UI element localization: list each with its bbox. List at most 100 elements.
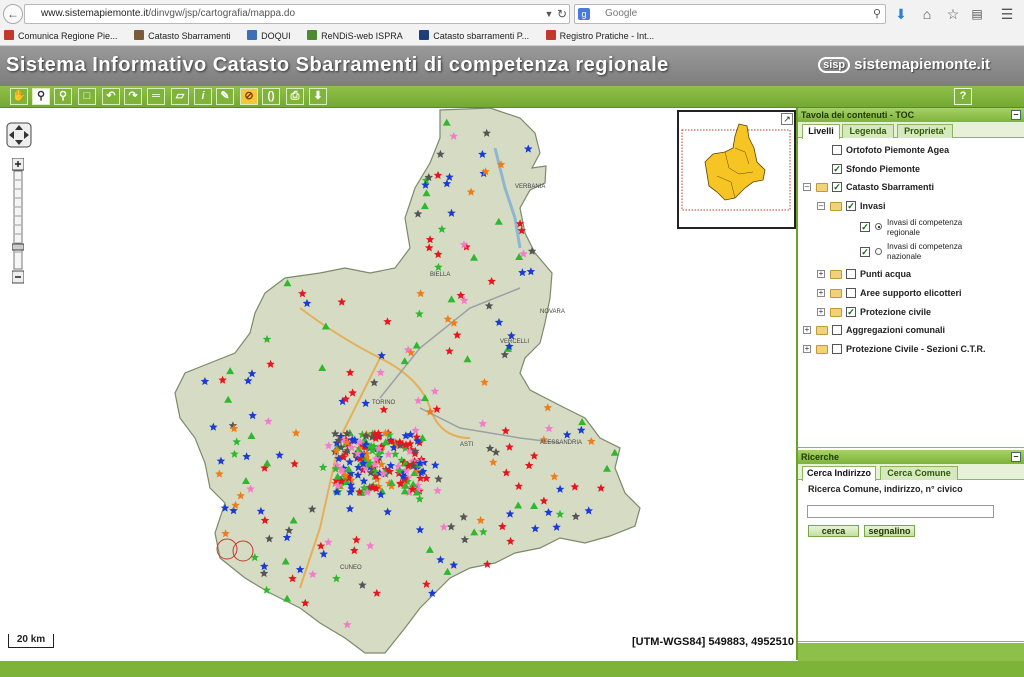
- expand-icon[interactable]: +: [817, 308, 825, 316]
- url-domain: www.sistemapiemonte.it: [41, 8, 149, 19]
- search-tabs: Cerca Indirizzo Cerca Comune: [798, 464, 1024, 481]
- search-engine-label: Google: [605, 8, 638, 19]
- print-icon[interactable]: ⎙: [286, 88, 304, 105]
- help-button[interactable]: ?: [954, 88, 972, 105]
- sistemapiemonte-logo[interactable]: sisp sistemapiemonte.it: [818, 56, 990, 73]
- measure-distance-icon[interactable]: ═: [147, 88, 165, 105]
- layer-checkbox[interactable]: ✓: [846, 201, 856, 211]
- layer-checkbox[interactable]: ✓: [832, 182, 842, 192]
- library-icon[interactable]: ▤: [968, 5, 986, 23]
- info-icon[interactable]: i: [194, 88, 212, 105]
- address-search-input[interactable]: [807, 505, 994, 518]
- layer-checkbox[interactable]: [832, 325, 842, 335]
- app-title: Sistema Informativo Catasto Sbarramenti …: [6, 54, 669, 76]
- folder-icon: [830, 202, 842, 211]
- bookmark-item[interactable]: Catasto Sbarramenti: [134, 28, 231, 45]
- select-icon[interactable]: ✎: [216, 88, 234, 105]
- segnalino-button[interactable]: segnalino: [864, 525, 915, 537]
- overview-map[interactable]: ↗: [677, 110, 796, 229]
- measure-area-icon[interactable]: ▱: [171, 88, 189, 105]
- url-bar[interactable]: www.sistemapiemonte.it/dinvgw/jsp/cartog…: [24, 4, 570, 24]
- layer-checkbox[interactable]: ✓: [860, 247, 870, 257]
- layer-punti-acqua: Punti acqua: [860, 269, 912, 279]
- collapse-icon[interactable]: –: [803, 183, 811, 191]
- expand-overview-icon[interactable]: ↗: [781, 113, 793, 125]
- layer-sfondo: Sfondo Piemonte: [846, 164, 920, 174]
- expand-icon[interactable]: +: [803, 326, 811, 334]
- tab-livelli[interactable]: Livelli: [802, 124, 840, 139]
- url-path: /dinvgw/jsp/cartografia/mappa.do: [148, 8, 296, 19]
- home-icon[interactable]: ⌂: [918, 5, 936, 23]
- zoom-box-tool-icon[interactable]: □: [78, 88, 96, 105]
- bookmark-item[interactable]: ReNDiS-web ISPRA: [307, 28, 403, 45]
- bookmark-item[interactable]: Registro Pratiche - Int...: [545, 28, 654, 45]
- pan-control-icon[interactable]: [6, 122, 32, 148]
- layer-checkbox[interactable]: [846, 269, 856, 279]
- next-view-icon[interactable]: ↷: [124, 88, 142, 105]
- layer-checkbox[interactable]: ✓: [860, 222, 870, 232]
- layer-checkbox[interactable]: [832, 344, 842, 354]
- folder-icon: [830, 308, 842, 317]
- place-label: VERBANIA: [515, 184, 545, 190]
- minimize-icon[interactable]: –: [1011, 452, 1021, 462]
- tab-cerca-indirizzo[interactable]: Cerca Indirizzo: [802, 466, 876, 481]
- overview-piemonte-shape: [681, 123, 791, 211]
- layer-checkbox[interactable]: ✓: [846, 307, 856, 317]
- google-icon: g: [578, 8, 590, 20]
- clear-icon[interactable]: ⊘: [240, 88, 258, 105]
- search-magnifier-icon[interactable]: ⚲: [868, 5, 886, 23]
- layer-aggregazioni: Aggregazioni comunali: [846, 325, 946, 335]
- panel-footer: [798, 643, 1024, 661]
- scale-bar: 20 km: [8, 634, 54, 648]
- layer-checkbox[interactable]: [846, 288, 856, 298]
- expand-icon[interactable]: +: [803, 345, 811, 353]
- menu-icon[interactable]: ☰: [998, 5, 1016, 23]
- expand-icon[interactable]: +: [817, 289, 825, 297]
- refresh-icon[interactable]: (): [262, 88, 280, 105]
- coordinates-readout: [UTM-WGS84] 549883, 4952510: [631, 636, 794, 648]
- download-arrow-icon[interactable]: ⬇: [892, 5, 910, 23]
- radio-regionale[interactable]: [875, 223, 882, 230]
- bookmark-item[interactable]: Catasto sbarramenti P...: [419, 28, 529, 45]
- pan-tool-icon[interactable]: ✋: [10, 88, 28, 105]
- toc-title: Tavola dei contenuti - TOC –: [798, 108, 1024, 122]
- place-label: NOVARA: [540, 309, 565, 315]
- download-icon[interactable]: ⬇: [309, 88, 327, 105]
- place-label: ALESSANDRIA: [540, 440, 582, 446]
- folder-icon: [830, 270, 842, 279]
- folder-icon: [816, 326, 828, 335]
- tab-legenda[interactable]: Legenda: [842, 124, 894, 138]
- bookmark-item[interactable]: Comunica Regione Pie...: [4, 28, 118, 45]
- layer-aree-elicotteri: Aree supporto elicotteri: [860, 288, 962, 298]
- radio-nazionale[interactable]: [875, 248, 882, 255]
- previous-view-icon[interactable]: ↶: [102, 88, 120, 105]
- layer-sezioni-ctr: Protezione Civile - Sezioni C.T.R.: [846, 344, 986, 354]
- reload-icon[interactable]: ↻: [553, 5, 571, 23]
- bookmark-star-icon[interactable]: ☆: [944, 5, 962, 23]
- search-bar[interactable]: g Google: [574, 4, 886, 24]
- layer-ortofoto: Ortofoto Piemonte Agea: [846, 145, 950, 155]
- zoom-slider[interactable]: [12, 158, 24, 284]
- back-icon[interactable]: ←: [3, 4, 23, 24]
- zoom-out-tool-icon[interactable]: ⚲: [54, 88, 72, 105]
- bookmark-icon: [134, 30, 145, 40]
- piemonte-region: [174, 108, 641, 654]
- logo-text: sistemapiemonte.it: [854, 56, 990, 73]
- layer-checkbox[interactable]: [832, 145, 842, 155]
- collapse-icon[interactable]: –: [817, 202, 825, 210]
- expand-icon[interactable]: +: [817, 270, 825, 278]
- tab-proprieta[interactable]: Proprieta': [897, 124, 953, 138]
- tab-cerca-comune[interactable]: Cerca Comune: [880, 466, 958, 480]
- cerca-button[interactable]: cerca: [808, 525, 859, 537]
- layer-checkbox[interactable]: ✓: [832, 164, 842, 174]
- bookmark-item[interactable]: DOQUI: [247, 28, 291, 45]
- place-label: BIELLA: [430, 272, 450, 278]
- layer-invasi-nazionale: Invasi di competenza nazionale: [887, 242, 963, 261]
- zoom-in-tool-icon[interactable]: ⚲: [32, 88, 50, 105]
- toc-tabs: Livelli Legenda Proprieta': [798, 122, 1024, 139]
- map-toolbar: ✋ ⚲ ⚲ □ ↶ ↷ ═ ▱ i ✎ ⊘ () ⎙ ⬇ ?: [0, 86, 1024, 108]
- minimize-icon[interactable]: –: [1011, 110, 1021, 120]
- map-view[interactable]: VERBANIA BIELLA NOVARA VERCELLI TORINO A…: [0, 108, 798, 660]
- search-panel: Ricerche – Cerca Indirizzo Cerca Comune R…: [798, 450, 1024, 642]
- folder-icon: [816, 345, 828, 354]
